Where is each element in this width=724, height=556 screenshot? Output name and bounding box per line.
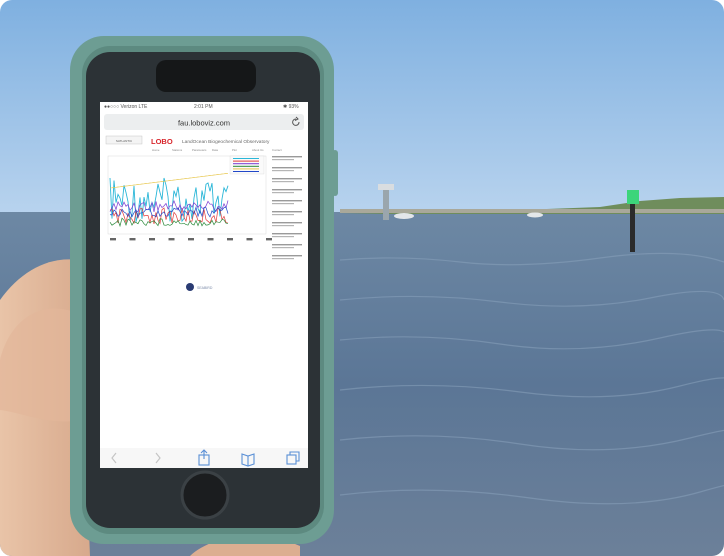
chart-x-tick [129, 238, 136, 241]
nav-item[interactable]: Plot [232, 148, 237, 152]
parameter-list-item-sub [272, 170, 294, 172]
parameter-list-item[interactable] [272, 189, 302, 191]
parameter-list-item-sub [272, 214, 294, 216]
footer-logo-icon [186, 283, 194, 291]
url-text[interactable]: fau.loboviz.com [178, 119, 230, 128]
chart-legend-entry [233, 168, 259, 170]
parameter-list-item[interactable] [272, 178, 302, 180]
nav-item[interactable]: Data [212, 148, 218, 152]
parameter-list-item-sub [272, 258, 294, 260]
site-title: LandOcean Biogeochemical Observatory [182, 139, 270, 145]
chart-x-tick [227, 238, 233, 241]
nav-item[interactable]: Stations [172, 148, 183, 152]
photo-scene: ●●○○○ Verizon LTE 2:01 PM ✱ 93% fau.lobo… [0, 0, 724, 556]
distant-boat [527, 212, 543, 218]
parameter-list-item[interactable] [272, 222, 302, 224]
status-battery: ✱ 93% [283, 104, 299, 110]
sponsor-label: SATLANTIC [116, 139, 133, 143]
parameter-list-item[interactable] [272, 167, 302, 169]
chart-x-tick [188, 238, 194, 241]
parameter-list-item[interactable] [272, 211, 302, 213]
chart-x-tick [246, 238, 253, 241]
nav-item[interactable]: Home [152, 148, 160, 152]
nav-item[interactable]: Parameters [192, 148, 207, 152]
chart-legend-entry [233, 171, 259, 172]
parameter-list-item-sub [272, 203, 294, 205]
parameter-list-item[interactable] [272, 233, 302, 235]
parameter-list-item[interactable] [272, 200, 302, 202]
status-carrier: ●●○○○ Verizon LTE [104, 104, 148, 110]
parameter-list-item[interactable] [272, 156, 302, 158]
chart-legend-entry [233, 158, 259, 159]
parameter-list-item-sub [272, 236, 294, 238]
home-button[interactable] [180, 470, 230, 520]
chart-x-tick [110, 238, 116, 241]
footer-brand: SEABIRD [197, 286, 213, 290]
status-time: 2:01 PM [194, 104, 213, 110]
parameter-list-item-sub [272, 225, 294, 227]
site-nav: Home Stations Parameters Data Plot About Us Co… [152, 148, 282, 152]
parameter-list-item-sub [272, 181, 294, 183]
chart-x-tick [207, 238, 214, 241]
distant-shore [340, 209, 724, 213]
nav-item[interactable]: About Us [252, 148, 264, 152]
phone-earpiece [156, 60, 256, 92]
parameter-list-item-sub [272, 159, 294, 161]
parameter-list-item[interactable] [272, 244, 302, 246]
chart-legend-entry [233, 165, 259, 167]
parameter-list-item-sub [272, 247, 294, 249]
parameter-list-item[interactable] [272, 255, 302, 257]
chart-legend-entry [233, 163, 259, 165]
chart-x-ticks [110, 238, 272, 241]
nav-item[interactable]: Contact [272, 148, 282, 152]
photo-frame: ●●○○○ Verizon LTE 2:01 PM ✱ 93% fau.lobo… [0, 0, 724, 556]
chart [107, 155, 272, 241]
chart-legend-entry [233, 160, 259, 162]
phone-side-button [332, 150, 338, 196]
chart-x-tick [266, 238, 272, 241]
chart-x-tick [149, 238, 155, 241]
chart-x-tick [168, 238, 175, 241]
parameter-list-item-sub [272, 192, 294, 194]
site-logo: LOBO [151, 137, 173, 146]
